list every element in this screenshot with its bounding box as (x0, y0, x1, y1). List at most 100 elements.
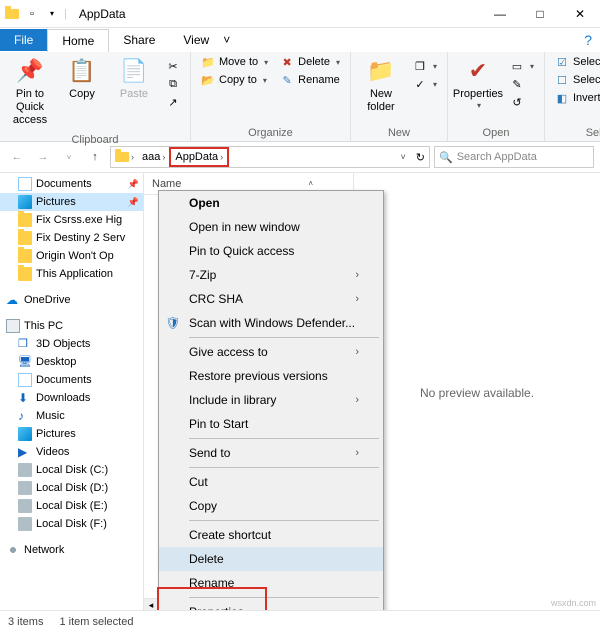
copypath-small-button[interactable]: ⧉ (162, 76, 184, 92)
minimize-button[interactable]: — (480, 0, 520, 28)
open-button[interactable]: ▭▾ (506, 58, 538, 74)
tree-thisapp[interactable]: This Application (0, 265, 143, 283)
ctx-pin-quick-access[interactable]: Pin to Quick access (159, 239, 383, 263)
up-button[interactable]: ↑ (84, 146, 106, 168)
status-selected: 1 item selected (59, 616, 133, 628)
3d-icon: ❒ (18, 337, 32, 351)
ctx-open[interactable]: Open (159, 191, 383, 215)
chevron-down-icon: ▾ (263, 76, 267, 85)
ctx-cut[interactable]: Cut (159, 470, 383, 494)
tree-music[interactable]: ♪Music (0, 407, 143, 425)
ctx-send-to[interactable]: Send to› (159, 441, 383, 465)
ctx-open-new-window[interactable]: Open in new window (159, 215, 383, 239)
refresh-button[interactable]: ↻ (412, 147, 429, 167)
tree-network[interactable]: Network (0, 541, 143, 559)
drive-icon (18, 517, 32, 531)
copy-to-button[interactable]: 📂Copy to▾ (197, 72, 272, 88)
document-icon (18, 177, 32, 191)
tree-thispc[interactable]: This PC (0, 317, 143, 335)
addr-dropdown-button[interactable]: ˅ (395, 147, 412, 167)
ctx-separator (189, 520, 379, 521)
tree-origin[interactable]: Origin Won't Op (0, 247, 143, 265)
folder-icon (4, 6, 20, 22)
address-bar[interactable]: › aaa› AppData› ˅ ↻ (110, 146, 430, 168)
tree-pictures2[interactable]: Pictures (0, 425, 143, 443)
tree-videos[interactable]: ▶Videos (0, 443, 143, 461)
tab-file[interactable]: File (0, 29, 47, 51)
properties-qat-icon[interactable]: ▫ (24, 6, 40, 22)
tree-label: Pictures (36, 196, 76, 208)
rename-button[interactable]: ✎Rename (276, 72, 344, 88)
tree-cdrive[interactable]: Local Disk (C:) (0, 461, 143, 479)
properties-button[interactable]: ✔ Properties ▾ (454, 54, 502, 115)
easy-access-button[interactable]: ✓▾ (409, 76, 441, 92)
maximize-button[interactable]: □ (520, 0, 560, 28)
tree-documents[interactable]: Documents📌 (0, 175, 143, 193)
tree-fixcsrss[interactable]: Fix Csrss.exe Hig (0, 211, 143, 229)
tree-onedrive[interactable]: ☁OneDrive (0, 291, 143, 309)
tree-downloads[interactable]: ⬇Downloads (0, 389, 143, 407)
ctx-pin-start[interactable]: Pin to Start (159, 412, 383, 436)
minimize-ribbon-icon[interactable]: ˅ (223, 33, 230, 47)
tree-label: This Application (36, 268, 113, 280)
qat-dropdown-icon[interactable]: ▾ (44, 6, 60, 22)
forward-button[interactable]: → (32, 146, 54, 168)
paste-button[interactable]: 📄 Paste (110, 54, 158, 105)
tab-view[interactable]: View (169, 29, 223, 51)
history-button[interactable]: ↺ (506, 94, 538, 110)
tree-ddrive[interactable]: Local Disk (D:) (0, 479, 143, 497)
tree-pictures[interactable]: Pictures📌 (0, 193, 143, 211)
ctx-delete[interactable]: Delete (159, 547, 383, 571)
ctx-restore[interactable]: Restore previous versions (159, 364, 383, 388)
breadcrumb-root[interactable]: › (111, 147, 138, 167)
help-icon[interactable]: ? (584, 32, 592, 48)
tree-fdrive[interactable]: Local Disk (F:) (0, 515, 143, 533)
chevron-right-icon: › (355, 394, 359, 406)
ctx-give-access[interactable]: Give access to› (159, 340, 383, 364)
tree-3dobjects[interactable]: ❒3D Objects (0, 335, 143, 353)
chevron-right-icon: › (355, 269, 359, 281)
tree-fixdestiny[interactable]: Fix Destiny 2 Serv (0, 229, 143, 247)
ctx-include-library[interactable]: Include in library› (159, 388, 383, 412)
back-button[interactable]: ← (6, 146, 28, 168)
tab-share[interactable]: Share (109, 29, 169, 51)
chevron-down-icon: ▾ (336, 58, 340, 67)
close-button[interactable]: ✕ (560, 0, 600, 28)
chevron-down-icon: ▾ (530, 62, 534, 71)
new-folder-button[interactable]: 📁 New folder (357, 54, 405, 118)
invert-selection-button[interactable]: ◧Invert selection (551, 90, 600, 106)
tree-documents2[interactable]: Documents (0, 371, 143, 389)
navigation-pane[interactable]: Documents📌 Pictures📌 Fix Csrss.exe Hig F… (0, 173, 144, 612)
ctx-create-shortcut[interactable]: Create shortcut (159, 523, 383, 547)
new-item-button[interactable]: ❐▾ (409, 58, 441, 74)
pasteshortcut-small-button[interactable]: ↗ (162, 94, 184, 110)
rename-label: Rename (298, 74, 340, 86)
copy-button[interactable]: 📋 Copy (58, 54, 106, 105)
move-to-button[interactable]: 📁Move to▾ (197, 54, 272, 70)
ctx-copy[interactable]: Copy (159, 494, 383, 518)
search-input[interactable]: 🔍 Search AppData (434, 146, 594, 168)
titlebar: ▫ ▾ | AppData — □ ✕ (0, 0, 600, 28)
ctx-crc-sha[interactable]: CRC SHA› (159, 287, 383, 311)
ribbon-group-clipboard: 📌 Pin to Quick access 📋 Copy 📄 Paste ✂ ⧉… (0, 52, 191, 141)
edit-button[interactable]: ✎ (506, 76, 538, 92)
delete-button[interactable]: ✖Delete▾ (276, 54, 344, 70)
ctx-rename[interactable]: Rename (159, 571, 383, 595)
recent-locations-button[interactable]: ˅ (58, 146, 80, 168)
new-small-stack: ❐▾ ✓▾ (409, 54, 441, 92)
onedrive-icon: ☁ (6, 293, 20, 307)
breadcrumb-seg1[interactable]: aaa› (138, 147, 169, 167)
tree-desktop[interactable]: 🖥Desktop (0, 353, 143, 371)
folder-icon (18, 249, 32, 263)
open-small-stack: ▭▾ ✎ ↺ (506, 54, 538, 110)
cut-small-button[interactable]: ✂ (162, 58, 184, 74)
tree-edrive[interactable]: Local Disk (E:) (0, 497, 143, 515)
ribbon-group-new: 📁 New folder ❐▾ ✓▾ New (351, 52, 448, 141)
ctx-7zip[interactable]: 7-Zip› (159, 263, 383, 287)
breadcrumb-seg2[interactable]: AppData› (169, 147, 229, 167)
pin-quick-access-button[interactable]: 📌 Pin to Quick access (6, 54, 54, 132)
tab-home[interactable]: Home (47, 29, 109, 52)
select-none-button[interactable]: ☐Select none (551, 72, 600, 88)
ctx-defender[interactable]: 🛡Scan with Windows Defender... (159, 311, 383, 335)
select-all-button[interactable]: ☑Select all (551, 54, 600, 70)
